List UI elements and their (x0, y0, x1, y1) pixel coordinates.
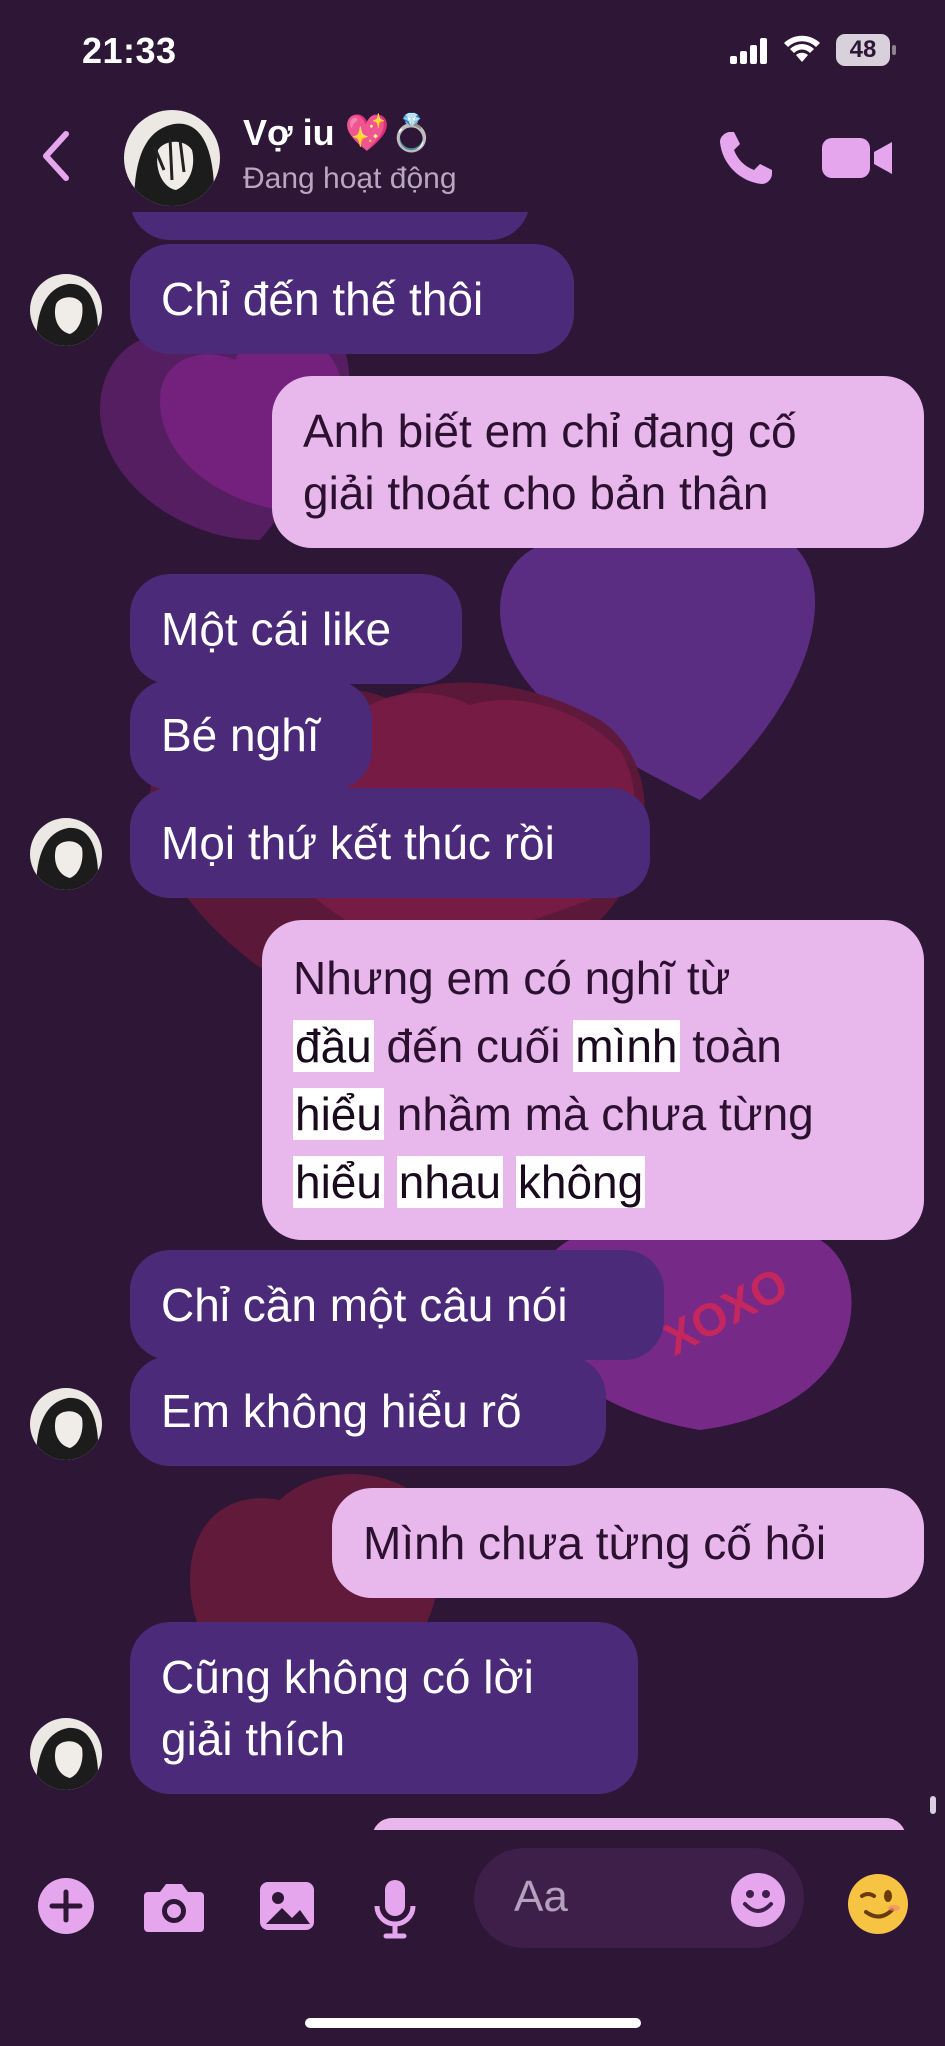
message-text-line: giải thích (161, 1713, 346, 1765)
contact-status: Đang hoạt động (243, 162, 457, 195)
signal-icon (730, 38, 767, 64)
wifi-icon (784, 35, 820, 62)
sender-avatar[interactable] (30, 274, 102, 346)
message-incoming[interactable]: Mọi thứ kết thúc rồi (130, 788, 650, 898)
video-call-icon[interactable] (822, 134, 894, 182)
message-text: Mọi thứ kết thúc rồi (161, 817, 555, 869)
status-time: 21:33 (82, 30, 177, 71)
sender-avatar[interactable] (30, 1388, 102, 1460)
camera-icon[interactable] (142, 1878, 206, 1934)
scrollbar[interactable] (930, 1796, 936, 1814)
plus-icon[interactable] (38, 1878, 94, 1934)
message-incoming[interactable]: Chỉ đến thế thôi (130, 244, 574, 354)
message-text-line: Cũng không có lời (161, 1651, 534, 1703)
contact-name[interactable]: Vợ iu 💖💍 (243, 112, 434, 154)
chat-header: Vợ iu 💖💍 Đang hoạt động (0, 100, 945, 212)
message-text: Bé nghĩ (161, 709, 320, 761)
sender-avatar[interactable] (30, 818, 102, 890)
message-text: Chỉ cần một câu nói (161, 1279, 568, 1331)
message-text: Mình chưa từng cố hỏi (363, 1517, 827, 1569)
battery-icon: 48 (836, 34, 896, 66)
sender-avatar[interactable] (30, 1718, 102, 1790)
battery-level: 48 (849, 36, 877, 63)
message-text-line: hiểu nhau không (293, 1156, 646, 1208)
message-outgoing[interactable]: Nhưng em có nghĩ từ đầu đến cuối mình to… (262, 920, 924, 1240)
emoji-icon[interactable] (730, 1872, 786, 1928)
message-incoming[interactable]: Chỉ cần một câu nói (130, 1250, 664, 1360)
message-text-line: hiểu nhầm mà chưa từng (293, 1088, 814, 1140)
message-incoming[interactable]: Một cái like (130, 574, 462, 684)
message-outgoing[interactable]: Mình chưa từng cố hỏi (332, 1488, 924, 1598)
message-text: Một cái like (161, 603, 392, 655)
message-input-placeholder: Aa (514, 1872, 568, 1921)
message-incoming[interactable]: Em không hiểu rõ (130, 1356, 606, 1466)
message-incoming[interactable]: Bé nghĩ (130, 680, 372, 790)
home-indicator (305, 2018, 641, 2028)
message-text-line: giải thoát cho bản thân (303, 467, 769, 519)
message-composer: Aa (0, 1830, 945, 2046)
phone-call-icon[interactable] (716, 128, 776, 188)
message-input[interactable]: Aa (474, 1848, 804, 1948)
wink-emoji-icon[interactable] (846, 1872, 910, 1936)
message-incoming[interactable]: Cũng không có lời giải thích (130, 1622, 638, 1794)
message-text-line: Nhưng em có nghĩ từ (293, 952, 731, 1004)
back-chevron-icon[interactable] (36, 128, 76, 184)
message-outgoing[interactable]: Anh biết em chỉ đang cố giải thoát cho b… (272, 376, 924, 548)
contact-avatar[interactable] (124, 110, 220, 206)
gallery-icon[interactable] (258, 1878, 316, 1934)
microphone-icon[interactable] (372, 1878, 418, 1940)
message-text-line: Anh biết em chỉ đang cố (303, 405, 797, 457)
message-text: Em không hiểu rõ (161, 1385, 522, 1437)
status-bar: 21:33 48 (0, 0, 945, 100)
message-text-line: đầu đến cuối mình toàn (293, 1020, 782, 1072)
message-text: Chỉ đến thế thôi (161, 273, 484, 325)
